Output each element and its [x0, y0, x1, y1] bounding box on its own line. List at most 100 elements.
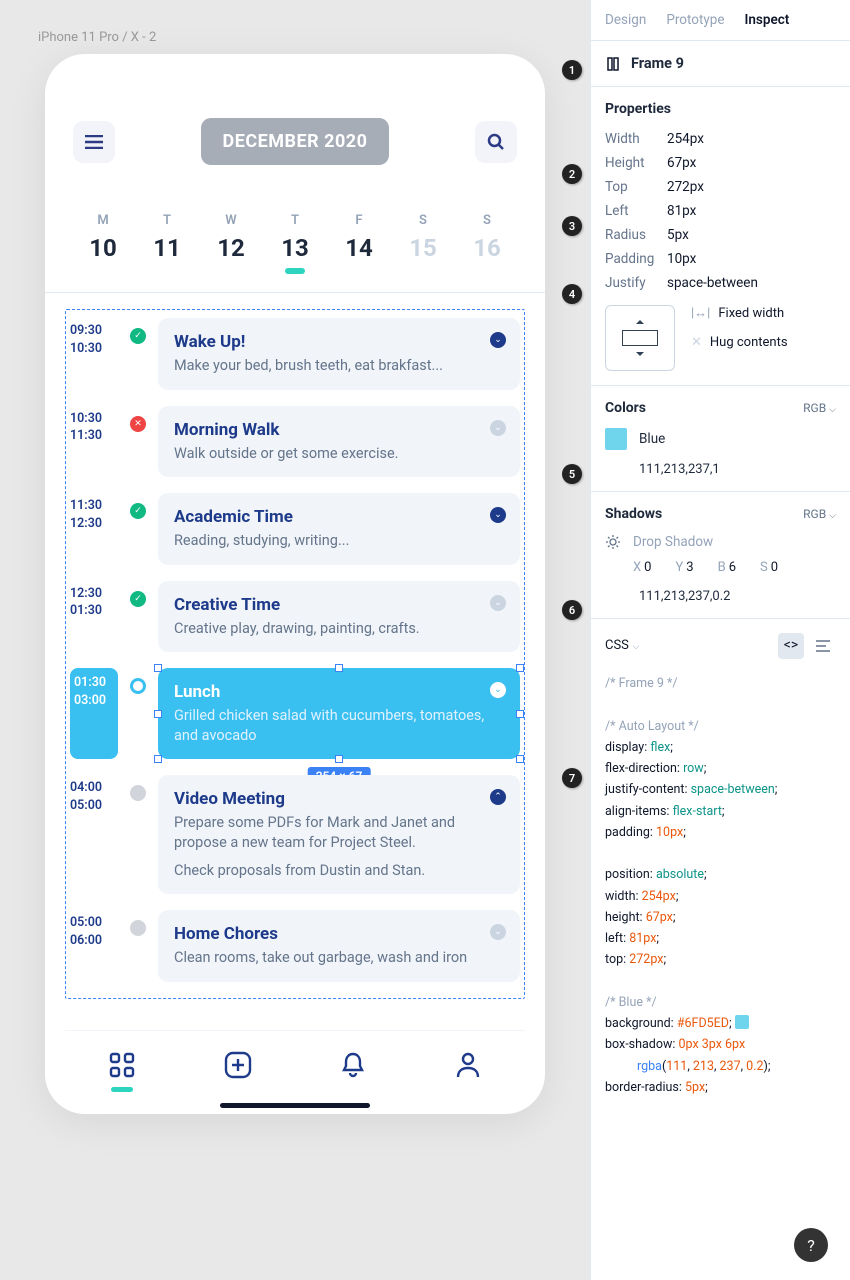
- shadow-values: X0 Y3 B6 S0: [633, 560, 836, 575]
- nav-bell-icon[interactable]: [340, 1051, 366, 1083]
- selection-handle[interactable]: [516, 710, 524, 718]
- event-card[interactable]: Wake Up! Make your bed, brush teeth, eat …: [158, 318, 520, 390]
- event-desc: Clean rooms, take out garbage, wash and …: [174, 948, 504, 968]
- nav-dashboard-icon[interactable]: [109, 1052, 135, 1082]
- event-row: 11:3012:30 ✓ Academic Time Reading, studyin…: [70, 485, 520, 573]
- selection-handle[interactable]: [516, 755, 524, 763]
- event-card[interactable]: Morning WalkWalk outside or get some exe…: [158, 406, 520, 478]
- code-section: CSS ⌵ <> /* Frame 9 */ /* Auto Layout */…: [591, 619, 850, 1280]
- selection-handle[interactable]: [516, 664, 524, 672]
- day-11[interactable]: T11: [135, 213, 199, 274]
- home-indicator: [220, 1103, 370, 1108]
- color-swatch[interactable]: [605, 428, 627, 450]
- event-title: Creative Time: [174, 595, 504, 615]
- color-mode-dropdown[interactable]: RGB ⌵: [803, 401, 836, 415]
- chevron-down-icon[interactable]: ⌄: [490, 420, 506, 436]
- menu-icon[interactable]: [73, 121, 115, 163]
- annotation-3: 3: [562, 216, 582, 236]
- status-dot: [130, 678, 146, 694]
- shadows-title: Shadows: [605, 506, 662, 522]
- tab-inspect[interactable]: Inspect: [745, 12, 790, 28]
- tab-prototype[interactable]: Prototype: [666, 12, 724, 28]
- colors-title: Colors: [605, 400, 646, 416]
- day-13[interactable]: T13: [263, 213, 327, 274]
- code-view-icon[interactable]: <>: [778, 633, 804, 659]
- help-button[interactable]: ?: [794, 1228, 828, 1262]
- shadow-name: Drop Shadow: [633, 534, 713, 550]
- event-card[interactable]: Academic Time Reading, studying, writing.…: [158, 493, 520, 565]
- chevron-down-icon[interactable]: ⌄: [490, 507, 506, 523]
- event-title: Home Chores: [174, 924, 504, 944]
- chevron-down-icon[interactable]: ⌄: [490, 332, 506, 348]
- status-dot: ✓: [130, 328, 146, 344]
- property-row: Height67px: [605, 155, 836, 171]
- event-time: 01:3003:00: [70, 668, 118, 759]
- event-row: 09:3010:30 ✓ Wake Up! Make your bed, brush …: [70, 310, 520, 398]
- breadcrumb: iPhone 11 Pro / X - 2: [38, 30, 156, 45]
- event-time: 04:0005:00: [70, 775, 118, 894]
- day-14[interactable]: F14: [327, 213, 391, 274]
- annotation-6: 6: [562, 600, 582, 620]
- tab-design[interactable]: Design: [605, 12, 646, 28]
- event-desc: Check proposals from Dustin and Stan.: [174, 861, 504, 881]
- event-title: Academic Time: [174, 507, 504, 527]
- device-frame: DECEMBER 2020 M10T11W12T13F14S15S16 09:3…: [45, 54, 545, 1114]
- event-row: 12:3001:30✓Creative TimeCreative play, d…: [70, 573, 520, 661]
- property-row: Padding10px: [605, 251, 836, 267]
- event-card[interactable]: LunchGrilled chicken salad with cucumber…: [158, 668, 520, 759]
- event-row: 04:0005:00 Video Meeting Prepare some PDFs…: [70, 767, 520, 902]
- event-time: 10:3011:30: [70, 406, 118, 478]
- status-dot: [130, 785, 146, 801]
- day-12[interactable]: W12: [199, 213, 263, 274]
- code-lang-dropdown[interactable]: CSS ⌵: [605, 634, 639, 657]
- nav-profile-icon[interactable]: [455, 1051, 481, 1083]
- event-title: Wake Up!: [174, 332, 504, 352]
- event-title: Video Meeting: [174, 789, 504, 809]
- event-time: 11:3012:30: [70, 493, 118, 565]
- event-card[interactable]: Creative Time Creative play, drawing, pai…: [158, 581, 520, 653]
- inspect-panel: Design Prototype Inspect Frame 9 Propert…: [590, 0, 850, 1280]
- code-block[interactable]: /* Frame 9 */ /* Auto Layout */ display:…: [605, 673, 836, 1098]
- day-15[interactable]: S15: [391, 213, 455, 274]
- shadow-mode-dropdown[interactable]: RGB ⌵: [803, 507, 836, 521]
- search-icon[interactable]: [475, 121, 517, 163]
- selection-handle[interactable]: [154, 710, 162, 718]
- property-row: Radius5px: [605, 227, 836, 243]
- colors-section: Colors RGB ⌵ Blue 111,213,237,1: [591, 386, 850, 492]
- color-value: 111,213,237,1: [639, 462, 720, 477]
- event-desc: Make your bed, brush teeth, eat brakfast…: [174, 356, 504, 376]
- annotation-7: 7: [562, 768, 582, 788]
- selection-handle[interactable]: [154, 755, 162, 763]
- status-dot: [130, 920, 146, 936]
- chevron-down-icon[interactable]: ⌄: [490, 924, 506, 940]
- annotation-4: 4: [562, 284, 582, 304]
- design-canvas[interactable]: iPhone 11 Pro / X - 2 DECEMBER 2020 M10T…: [0, 0, 590, 1280]
- property-row: Width254px: [605, 131, 836, 147]
- status-dot: ✓: [130, 503, 146, 519]
- status-dot: ✓: [130, 591, 146, 607]
- chevron-down-icon[interactable]: ⌄: [490, 595, 506, 611]
- day-10[interactable]: M10: [71, 213, 135, 274]
- annotation-1: 1: [562, 60, 582, 80]
- month-label[interactable]: DECEMBER 2020: [201, 118, 390, 165]
- event-desc: Reading, studying, writing...: [174, 531, 504, 551]
- list-view-icon[interactable]: [810, 633, 836, 659]
- status-dot: ✕: [130, 416, 146, 432]
- selection-handle[interactable]: [335, 664, 343, 672]
- nav-add-icon[interactable]: [224, 1051, 252, 1083]
- event-time: 09:3010:30: [70, 318, 118, 390]
- event-desc: Creative play, drawing, painting, crafts…: [174, 619, 504, 639]
- event-row: 10:3011:30 ✕ Morning WalkWalk outside or g…: [70, 398, 520, 486]
- event-card[interactable]: Home Chores Clean rooms, take out garbage…: [158, 910, 520, 982]
- event-desc: Prepare some PDFs for Mark and Janet and…: [174, 813, 504, 852]
- event-card[interactable]: Video Meeting Prepare some PDFs for Mark …: [158, 775, 520, 894]
- property-row: Justifyspace-between: [605, 275, 836, 291]
- event-row: 01:3003:00 LunchGrilled chicken salad wit…: [70, 660, 520, 767]
- selection-handle[interactable]: [335, 755, 343, 763]
- week-row: M10T11W12T13F14S15S16: [65, 165, 525, 292]
- constraints-diagram: [605, 305, 675, 371]
- properties-section: Properties Width254pxHeight67pxTop272pxL…: [591, 87, 850, 386]
- selection-handle[interactable]: [154, 664, 162, 672]
- constraint-hug-contents: ✕Hug contents: [691, 335, 788, 350]
- day-16[interactable]: S16: [455, 213, 519, 274]
